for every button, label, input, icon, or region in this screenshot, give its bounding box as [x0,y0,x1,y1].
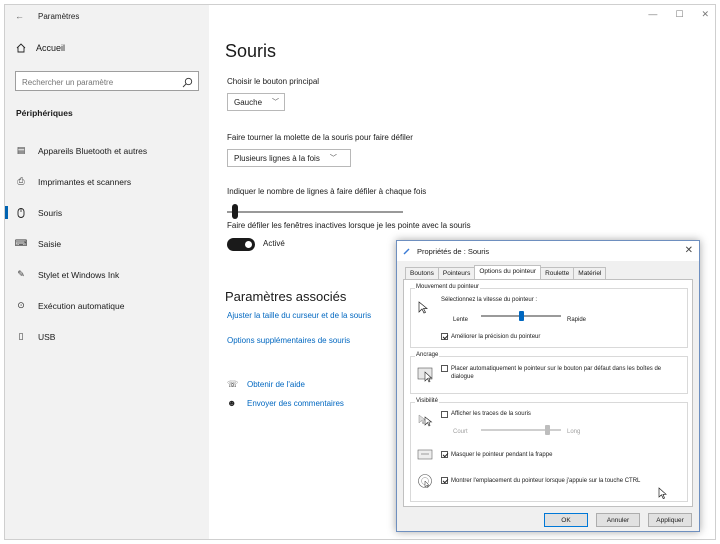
feedback-link[interactable]: ☻ Envoyer des commentaires [227,398,344,408]
scroll-label: Faire tourner la molette de la souris po… [227,133,413,142]
title-bar: ← Paramètres [15,11,79,21]
get-help-link[interactable]: ☏ Obtenir de l'aide [227,379,305,390]
home-link[interactable]: Accueil [16,43,65,53]
scroll-dropdown[interactable]: Plusieurs lignes à la fois ﹀ [227,149,351,167]
feedback-icon: ☻ [227,398,237,408]
snap-label: Placer automatiquement le pointeur sur l… [451,366,662,380]
keyboard-icon: ⌨ [14,238,28,248]
trails-label: Afficher les traces de la souris [451,411,531,417]
sidebar-item-printers[interactable]: ⎙ Imprimantes et scanners [5,166,209,197]
close-icon[interactable]: ✕ [685,245,693,256]
sidebar-item-label: Appareils Bluetooth et autres [38,145,148,156]
sidebar-item-label: Saisie [38,238,62,249]
trails-long-label: Long [567,429,581,435]
page-title: Souris [225,41,277,61]
feedback-label: Envoyer des commentaires [247,398,344,408]
pointer-options-panel: Mouvement du pointeur Sélectionnez la vi… [403,279,693,507]
precision-checkbox[interactable] [441,333,448,340]
speed-slow-label: Lente [453,317,469,323]
search-icon[interactable] [182,75,193,93]
toggle-state-label: Activé [263,239,285,248]
apply-button[interactable]: Appliquer [648,513,692,527]
sidebar-item-typing[interactable]: ⌨ Saisie [5,228,209,259]
inactive-scroll-label: Faire défiler les fenêtres inactives lor… [227,221,471,230]
lines-label: Indiquer le nombre de lignes à faire déf… [227,187,427,196]
sidebar-item-usb[interactable]: ▯ USB [5,321,209,352]
trails-slider-thumb[interactable] [544,425,550,435]
inactive-scroll-toggle[interactable] [227,238,255,251]
snap-group: Ancrage Placer automatiquement le pointe… [410,352,688,394]
lines-slider-thumb[interactable] [232,204,239,219]
ctrl-location-checkbox[interactable] [441,477,448,484]
scroll-value: Plusieurs lignes à la fois [234,153,320,163]
sidebar-item-pen[interactable]: ✎ Stylet et Windows Ink [5,259,209,290]
primary-button-label: Choisir le bouton principal [227,77,320,86]
ok-button[interactable]: OK [544,513,588,527]
mouse-icon [403,247,411,255]
window-title: Paramètres [38,11,80,21]
cancel-button[interactable]: Annuler [596,513,640,527]
sidebar-item-mouse[interactable]: Souris [5,197,209,228]
lines-slider-track[interactable] [227,211,403,213]
trails-checkbox[interactable] [441,411,448,418]
primary-button-value: Gauche [234,97,263,107]
autoplay-icon: ⊙ [17,300,25,310]
section-title: Périphériques [16,108,73,118]
usb-icon: ▯ [18,331,24,341]
nav-list: ▤ Appareils Bluetooth et autres ⎙ Imprim… [5,135,209,352]
mouse-icon [16,207,26,218]
sidebar-item-label: Imprimantes et scanners [38,176,132,187]
pointer-speed-icon [417,301,431,320]
home-icon [16,43,26,53]
motion-group: Mouvement du pointeur Sélectionnez la vi… [410,284,688,348]
primary-button-dropdown[interactable]: Gauche ﹀ [227,93,285,111]
speed-fast-label: Rapide [567,317,587,323]
hide-pointer-label: Masquer le pointeur pendant la frappe [451,452,553,458]
get-help-label: Obtenir de l'aide [247,380,306,389]
additional-mouse-options-link[interactable]: Options supplémentaires de souris [227,336,350,345]
speed-slider-thumb[interactable] [518,311,524,321]
cursor-size-link[interactable]: Ajuster la taille du curseur et de la so… [227,311,371,320]
bluetooth-devices-icon: ▤ [16,145,26,155]
hide-pointer-icon [417,447,433,465]
speed-label: Sélectionnez la vitesse du pointeur : [441,297,538,303]
related-settings-title: Paramètres associés [225,289,347,304]
precision-label: Améliorer la précision du pointeur [451,334,541,340]
snap-to-icon [417,365,435,388]
ctrl-location-label: Montrer l'emplacement du pointeur lorsqu… [451,478,641,484]
back-arrow-icon[interactable]: ← [15,11,24,21]
sidebar-item-label: Souris [38,207,63,218]
home-label: Accueil [36,43,66,53]
dialog-tabs: Boutons Pointeurs Options du pointeur Ro… [397,264,699,280]
show-location-icon [417,473,433,494]
motion-group-title: Mouvement du pointeur [415,284,481,290]
sidebar-item-label: Exécution automatique [38,300,125,311]
chevron-down-icon: ﹀ [272,99,280,106]
tab-pointer-options[interactable]: Options du pointeur [474,265,542,280]
printer-icon: ⎙ [17,176,25,186]
pen-icon: ✎ [17,269,25,279]
chevron-down-icon: ﹀ [329,155,337,162]
pointer-trails-icon [417,413,435,434]
dialog-title: Propriétés de : Souris [417,246,490,256]
hide-pointer-checkbox[interactable] [441,451,448,458]
sidebar-item-label: Stylet et Windows Ink [38,269,120,280]
visibility-group: Visibilité Afficher les traces de la sou… [410,398,688,505]
visibility-group-title: Visibilité [415,398,439,404]
search-box[interactable] [15,71,199,93]
snap-checkbox[interactable] [441,365,448,372]
sidebar-item-bluetooth[interactable]: ▤ Appareils Bluetooth et autres [5,135,209,166]
sidebar-item-autoplay[interactable]: ⊙ Exécution automatique [5,290,209,321]
trails-short-label: Court [453,429,468,435]
dialog-title-bar: Propriétés de : Souris ✕ [397,241,699,261]
search-input[interactable] [16,73,176,92]
mouse-properties-dialog: Propriétés de : Souris ✕ Boutons Pointeu… [396,240,700,532]
sidebar: ← Paramètres Accueil Périphériques ▤ App… [5,5,209,539]
mouse-cursor-icon [658,487,668,505]
help-icon: ☏ [227,379,239,389]
sidebar-item-label: USB [38,331,56,342]
snap-group-title: Ancrage [415,352,440,358]
